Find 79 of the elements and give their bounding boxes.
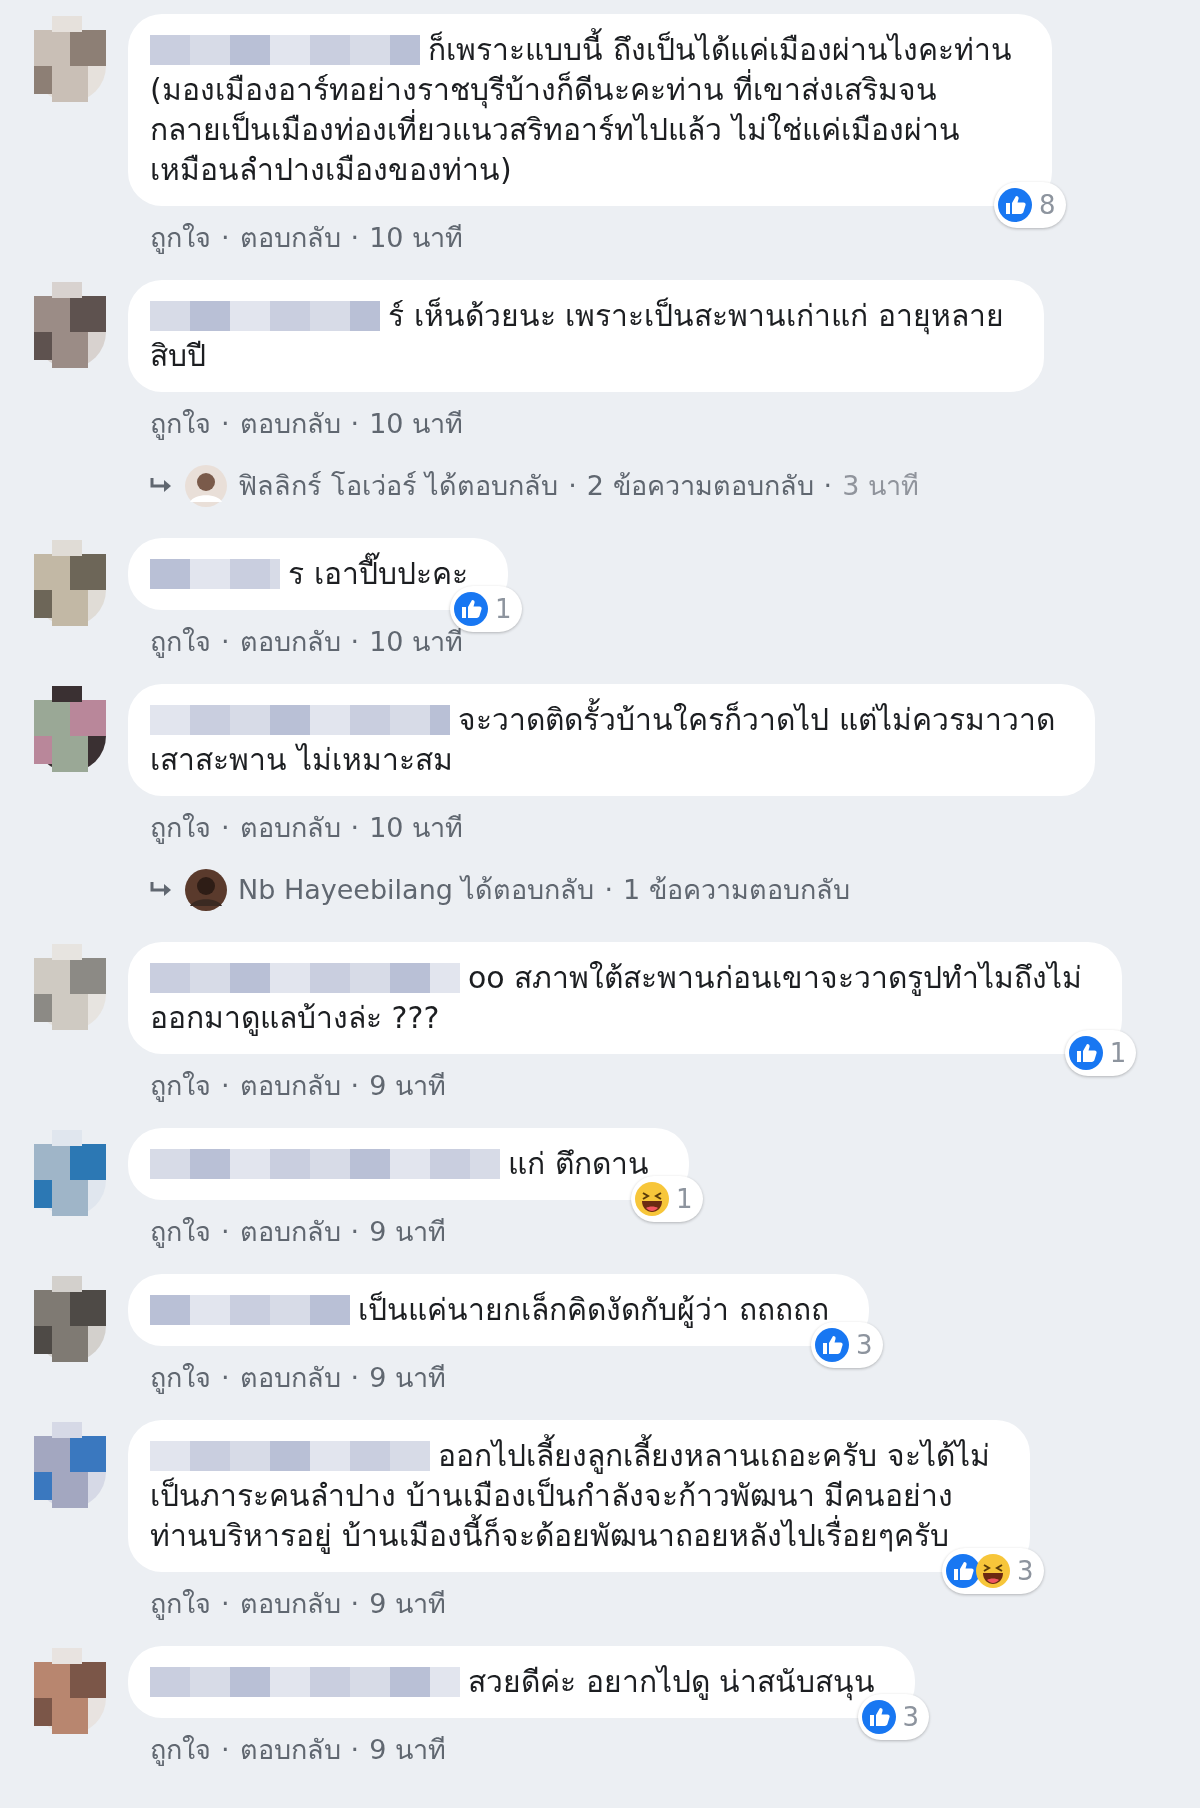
separator-dot: ·	[350, 221, 360, 255]
comment-text: กลายเป็นเมืองท่องเที่ยวแนวสริทอาร์ทไปแล้ว ไม่ใช่แค่เมืองผ่าน	[150, 110, 960, 150]
action-link[interactable]: ตอบกลับ	[239, 1068, 341, 1104]
separator-dot: ·	[221, 1733, 230, 1767]
reaction-count: 1	[1109, 1037, 1127, 1070]
timestamp: 10 นาที	[369, 407, 464, 441]
action-link[interactable]: ตอบกลับ	[239, 624, 341, 660]
comment-text: เป็นภาระคนลำปาง บ้านเมืองเป็นกำลังจะก้าวพัฒนา มีคนอย่าง	[150, 1476, 954, 1514]
reply-author-link[interactable]: Nb Hayeebilang ได้ตอบกลับ	[238, 872, 595, 908]
separator-dot: ·	[350, 1587, 360, 1621]
action-link[interactable]: ถูกใจ	[150, 1732, 211, 1768]
reaction-badge[interactable]: 8	[994, 182, 1066, 228]
action-link[interactable]: ถูกใจ	[150, 1214, 211, 1250]
reaction-badge[interactable]: 3	[811, 1322, 883, 1368]
reaction-count: 3	[1017, 1555, 1034, 1588]
timestamp: 9 นาที	[369, 1215, 446, 1249]
replies-link[interactable]: 1 ข้อความตอบกลับ	[623, 872, 850, 908]
timestamp: 10 นาที	[369, 811, 464, 845]
comment-text: ออกไปเลี้ยงลูกเลี้ยงหลานเถอะครับ จะได้ไม่	[438, 1436, 990, 1476]
action-link[interactable]: ตอบกลับ	[239, 1732, 341, 1768]
action-link[interactable]: ตอบกลับ	[239, 1214, 341, 1250]
action-link[interactable]: ตอบกลับ	[239, 406, 341, 442]
timestamp: 9 นาที	[369, 1361, 446, 1395]
action-link[interactable]: ตอบกลับ	[239, 1586, 341, 1622]
comment-text: เสาสะพาน ไม่เหมาะสม	[150, 741, 453, 779]
replies-link[interactable]: 2 ข้อความตอบกลับ	[586, 468, 814, 504]
separator-dot: ·	[604, 873, 614, 907]
comment-text: ก็เพราะแบบนี้ ถึงเป็นได้แค่เมืองผ่านไงคะท่าน	[428, 30, 1012, 70]
separator-dot: ·	[350, 1361, 360, 1395]
separator-dot: ·	[350, 811, 360, 845]
separator-dot: ·	[221, 1361, 230, 1395]
avatar[interactable]	[184, 868, 228, 912]
comment-text: (มองเมืองอาร์ทอย่างราชบุรีบ้างก็ดีนะคะท่าน ที่เขาส่งเสริมจน	[150, 70, 938, 110]
action-link[interactable]: ถูกใจ	[150, 1360, 211, 1396]
timestamp: 9 นาที	[369, 1733, 446, 1767]
comment-text: ร์ เห็นด้วยนะ เพราะเป็นสะพานเก่าแก่ อายุหลาย	[388, 296, 1004, 336]
reaction-badge[interactable]: 1	[631, 1176, 703, 1222]
timestamp: 3 นาที	[842, 469, 919, 503]
separator-dot: ·	[221, 221, 230, 255]
timestamp: 9 นาที	[369, 1069, 446, 1103]
separator-dot: ·	[221, 1069, 230, 1103]
separator-dot: ·	[823, 469, 833, 503]
reaction-count: 3	[856, 1329, 873, 1362]
action-link[interactable]: ถูกใจ	[150, 810, 211, 846]
action-link[interactable]: ตอบกลับ	[239, 220, 341, 256]
action-link[interactable]: ถูกใจ	[150, 624, 211, 660]
reaction-badge[interactable]: 3	[942, 1548, 1044, 1594]
reply-author-link[interactable]: ฟิลลิกร์ โอเว่อร์ ได้ตอบกลับ	[238, 468, 559, 504]
separator-dot: ·	[350, 1733, 360, 1767]
separator-dot: ·	[350, 407, 360, 441]
reaction-count: 1	[495, 593, 512, 626]
reaction-count: 1	[676, 1183, 693, 1216]
action-link[interactable]: ตอบกลับ	[239, 1360, 341, 1396]
comment-text: ออกมาดูแลบ้างล่ะ ???	[150, 999, 440, 1038]
reaction-badge[interactable]: 3	[857, 1694, 930, 1740]
action-link[interactable]: ถูกใจ	[150, 1068, 211, 1104]
action-link[interactable]: ถูกใจ	[150, 1586, 211, 1622]
comment-text: สิบปี	[150, 337, 206, 375]
action-link[interactable]: ถูกใจ	[150, 220, 211, 256]
reaction-count: 8	[1039, 189, 1056, 222]
timestamp: 10 นาที	[369, 221, 464, 255]
separator-dot: ·	[350, 1215, 360, 1249]
comment-text: เหมือนลำปางเมืองของท่าน)	[150, 151, 512, 189]
reaction-count: 3	[902, 1701, 920, 1734]
separator-dot: ·	[221, 625, 230, 659]
separator-dot: ·	[350, 625, 360, 659]
action-link[interactable]: ถูกใจ	[150, 406, 211, 442]
separator-dot: ·	[221, 811, 230, 845]
timestamp: 9 นาที	[369, 1587, 446, 1621]
separator-dot: ·	[221, 407, 230, 441]
comment-text: oo สภาพใต้สะพานก่อนเขาจะวาดรูปทำไมถึงไม่	[468, 959, 1083, 998]
separator-dot: ·	[221, 1587, 230, 1621]
comment-text: จะวาดติดรั้วบ้านใครก็วาดไป แต่ไม่ควรมาวาด	[458, 700, 1055, 740]
avatar[interactable]	[184, 464, 228, 508]
action-link[interactable]: ตอบกลับ	[239, 810, 341, 846]
reaction-badge[interactable]: 1	[1064, 1030, 1137, 1076]
separator-dot: ·	[350, 1069, 360, 1103]
separator-dot: ·	[221, 1215, 230, 1249]
separator-dot: ·	[568, 469, 577, 503]
